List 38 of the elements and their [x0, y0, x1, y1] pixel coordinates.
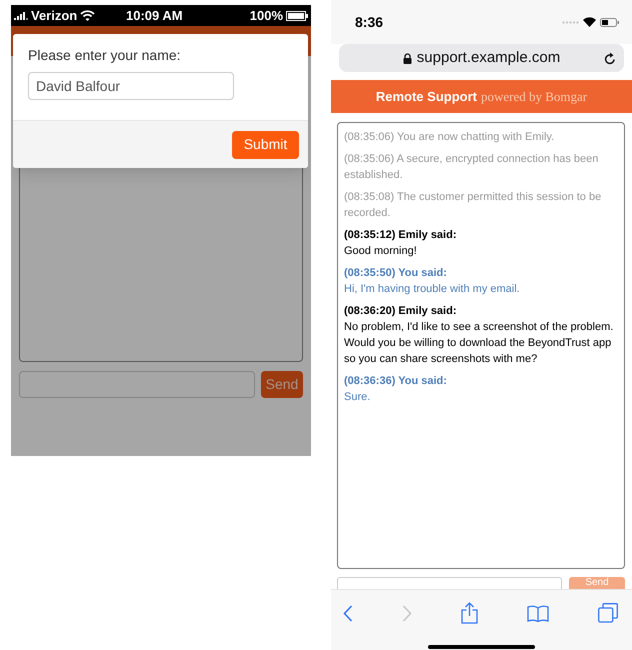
- wifi-icon: [80, 10, 96, 21]
- system-message: (08:35:06) You are now chatting with Emily.: [344, 130, 556, 145]
- back-icon[interactable]: [343, 604, 353, 622]
- carrier-name: Verizon: [31, 6, 78, 25]
- reload-icon[interactable]: [604, 52, 616, 64]
- prompt-label: Please enter your name:: [28, 46, 182, 65]
- message-header: (08:35:12) Emily said:: [344, 228, 458, 243]
- battery-icon: [286, 10, 308, 20]
- battery-icon: [600, 18, 619, 26]
- message-text: Hi, I'm having trouble with my email.: [344, 282, 521, 297]
- signal-icon: [562, 20, 579, 24]
- clock: 8:36: [355, 12, 384, 32]
- url-text: support.example.com: [416, 48, 560, 68]
- clock: 10:09 AM: [126, 6, 183, 25]
- submit-button[interactable]: Submit: [232, 130, 299, 158]
- message-text: Good morning!: [344, 244, 418, 259]
- system-message: (08:35:06) A secure, encrypted connection has been established.: [344, 152, 600, 183]
- address-bar[interactable]: support.example.com: [339, 44, 624, 72]
- share-icon[interactable]: [461, 602, 478, 624]
- name-field[interactable]: David Balfour: [28, 72, 234, 100]
- message-header: (08:36:36) You said:: [344, 374, 448, 389]
- send-button[interactable]: Send: [261, 371, 303, 398]
- tabs-icon[interactable]: [598, 603, 618, 623]
- message-text: No problem, I'd like to see a screenshot of the problem. Would you be willing to download the BeyondTrust app so you can share screenshots with me?: [344, 320, 614, 367]
- message-field[interactable]: [19, 371, 255, 398]
- battery-percent: 100%: [250, 6, 283, 25]
- message-header: (08:36:20) Emily said:: [344, 304, 458, 319]
- system-message: (08:35:08) The customer permitted this session to be recorded.: [344, 190, 602, 221]
- bookmarks-icon[interactable]: [527, 604, 549, 622]
- message-field[interactable]: [337, 577, 562, 589]
- app-subtitle: powered by Bomgar: [480, 88, 588, 106]
- app-title: Remote Support: [376, 88, 477, 106]
- send-button[interactable]: Send: [569, 577, 625, 589]
- message-text: Sure.: [344, 390, 372, 405]
- signal-icon: [14, 12, 28, 20]
- message-header: (08:35:50) You said:: [344, 266, 448, 281]
- wifi-icon: [583, 17, 596, 27]
- lock-icon: [402, 52, 412, 64]
